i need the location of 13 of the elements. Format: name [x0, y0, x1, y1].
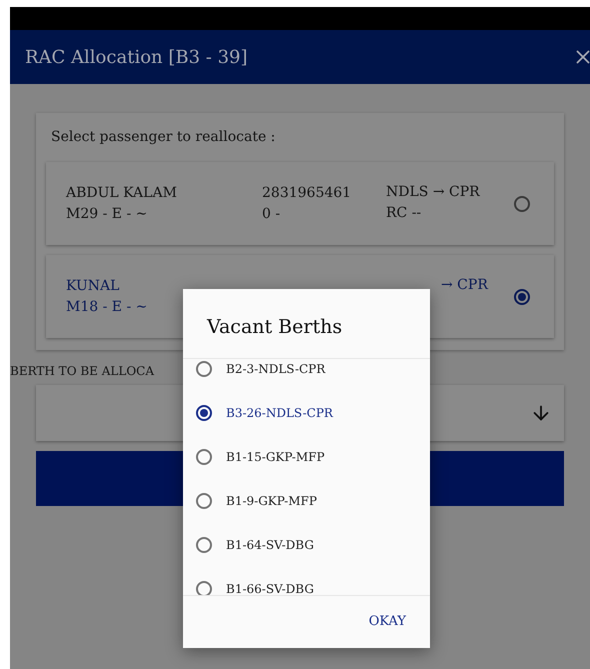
route-text: NDLS → CPR	[386, 183, 481, 202]
passenger-detail: M18 - E - ~	[66, 298, 148, 316]
passenger-detail: M29 - E - ~	[66, 204, 148, 224]
field-label: BERTH TO BE ALLOCA	[10, 363, 154, 380]
route-text: → CPR	[440, 276, 490, 295]
status-text: RC --	[386, 204, 422, 223]
pnr-number: 2831965461	[262, 184, 352, 202]
dialog-title: Vacant Berths	[206, 315, 344, 340]
panel-heading: Select passenger to reallocate :	[50, 128, 276, 147]
pnr-suffix: 0 -	[262, 204, 282, 224]
passenger-name: ABDUL KALAM	[66, 184, 178, 202]
window-title: RAC Allocation [B3 - 39]	[25, 46, 248, 70]
passenger-name: KUNAL	[66, 276, 120, 296]
